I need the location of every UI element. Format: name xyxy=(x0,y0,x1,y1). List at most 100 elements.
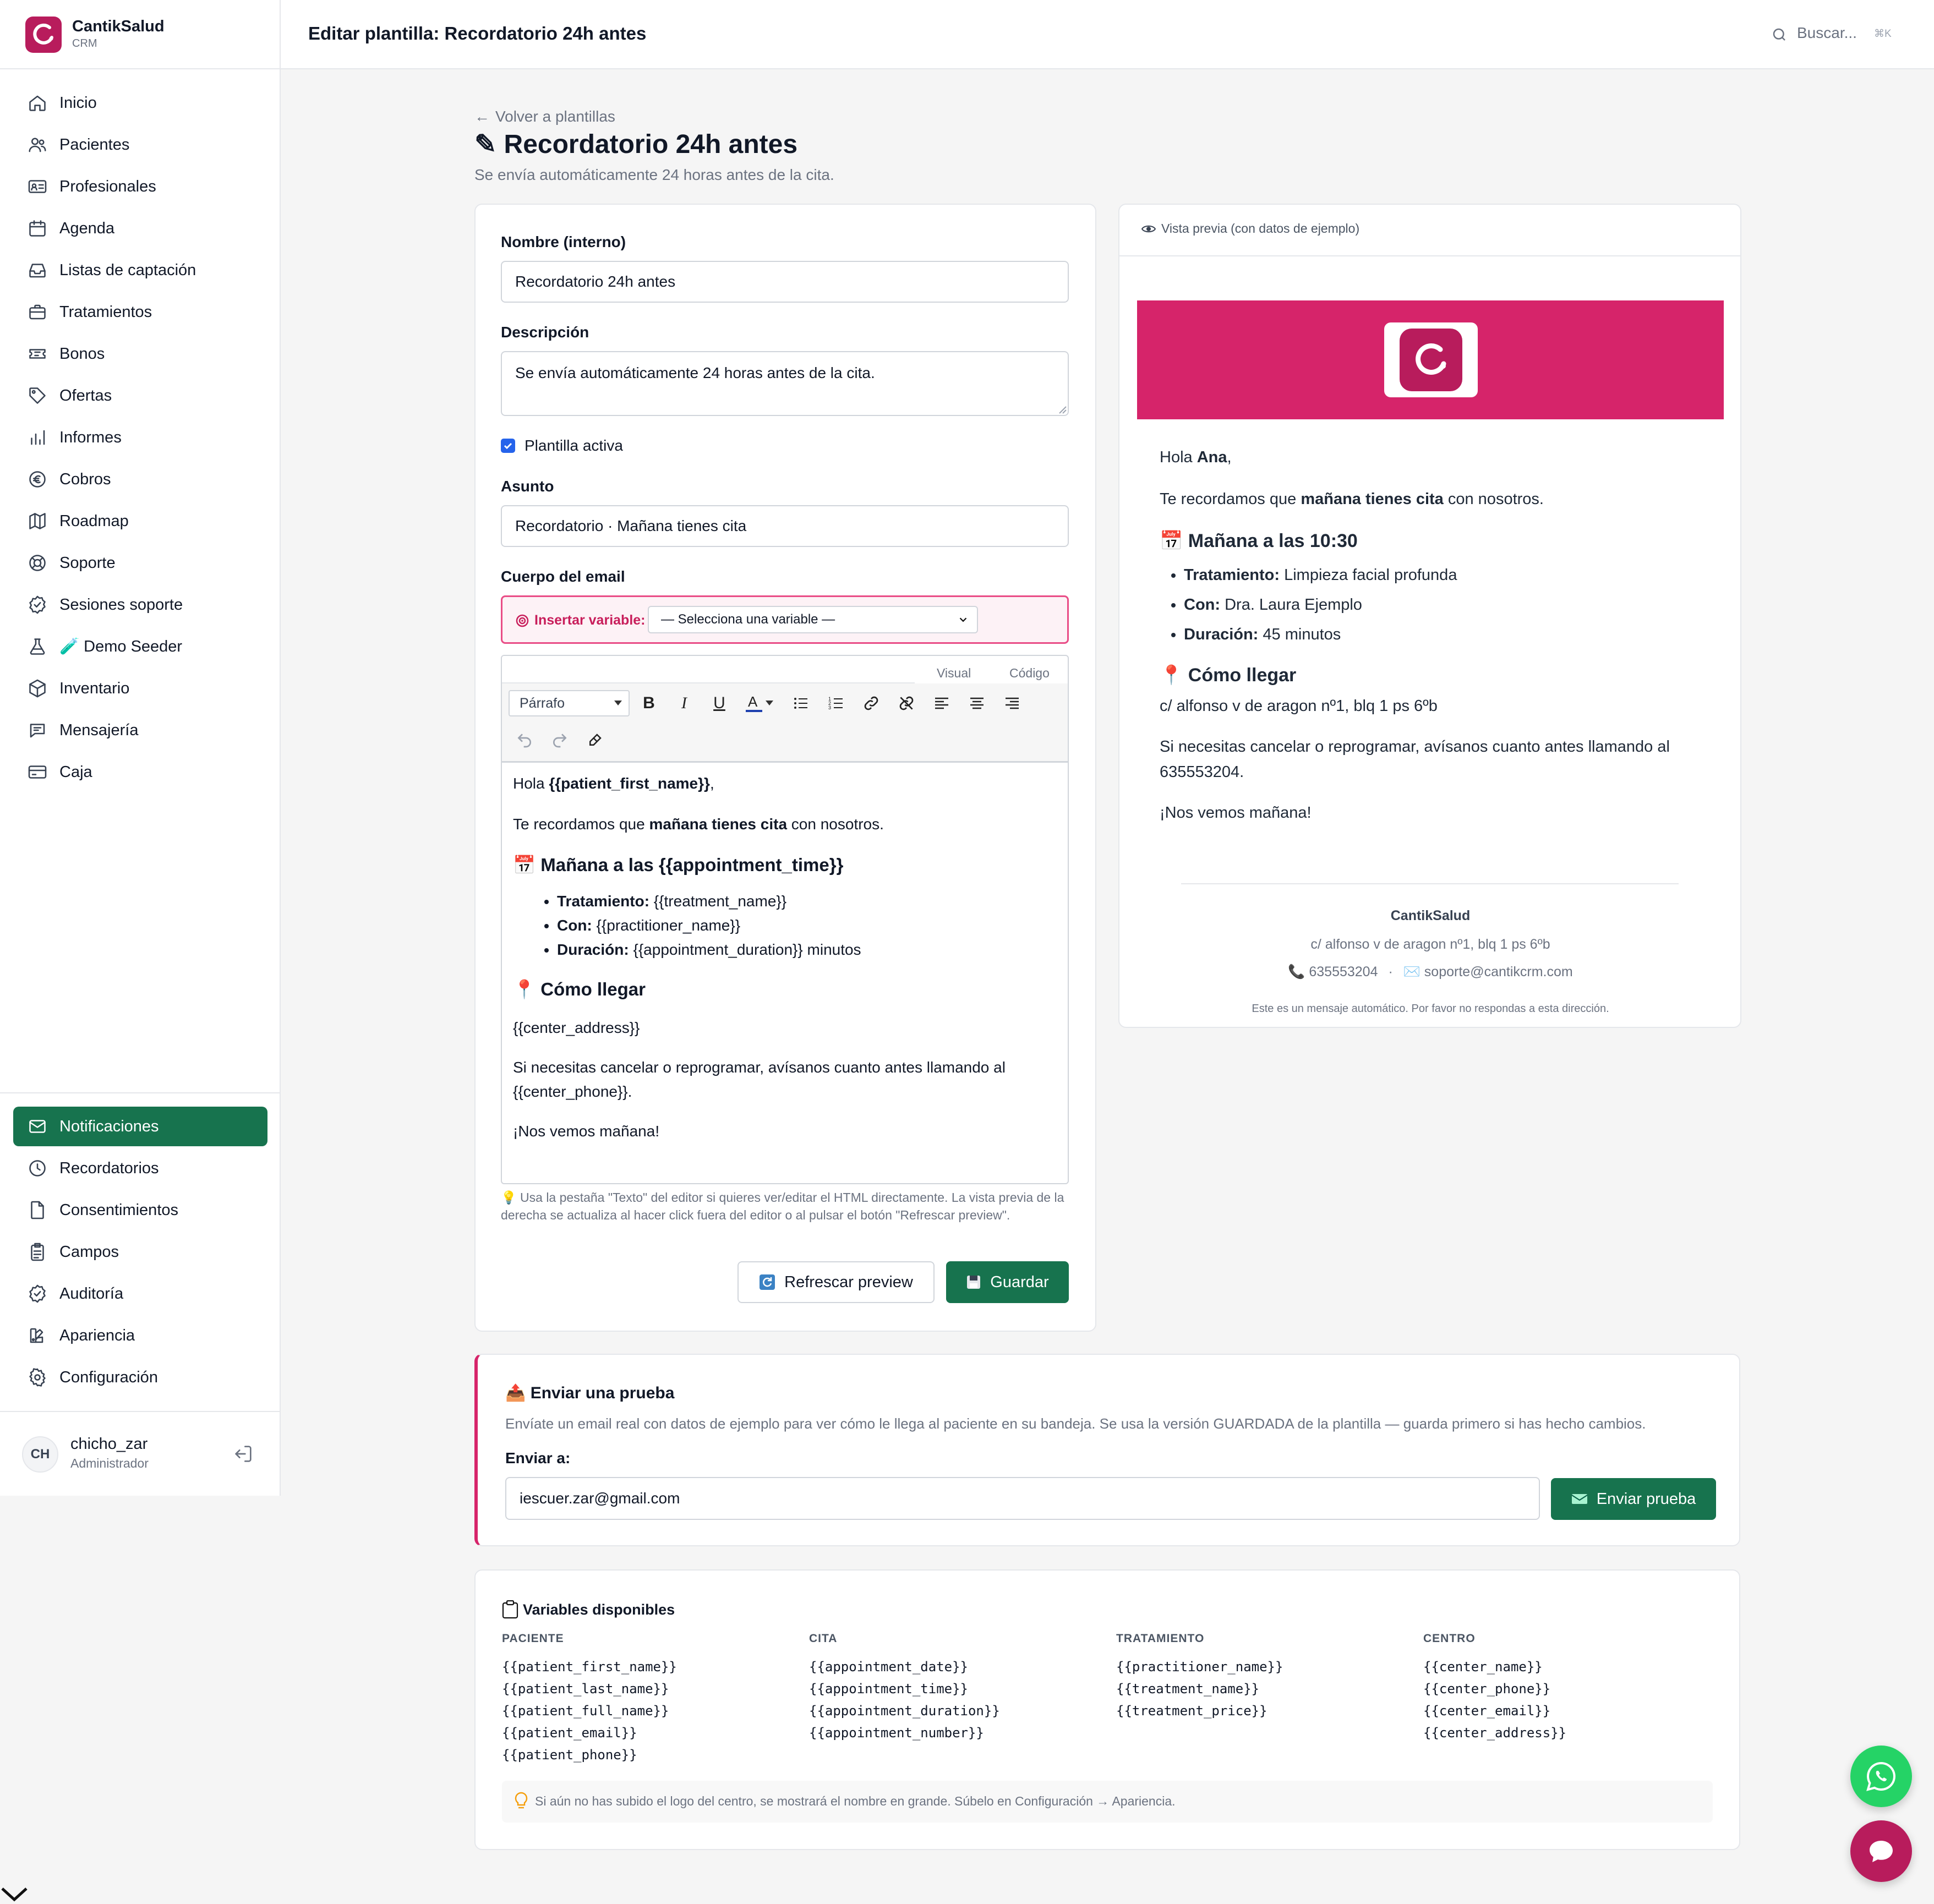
variable-column-title: TRATAMIENTO xyxy=(1116,1632,1205,1645)
back-link[interactable]: ← Volver a plantillas xyxy=(474,108,615,125)
editor-greeting: Hola {{patient_first_name}}, xyxy=(513,775,714,792)
email-logo xyxy=(1384,322,1478,397)
redo-icon[interactable] xyxy=(547,727,572,753)
sidebar-item-cobros[interactable]: Cobros xyxy=(13,459,267,499)
sidebar-item-caja[interactable]: Caja xyxy=(13,752,267,792)
variable-token[interactable]: {{appointment_date}} xyxy=(809,1656,968,1678)
sidebar-item-profesionales[interactable]: Profesionales xyxy=(13,167,267,206)
whatsapp-button[interactable] xyxy=(1850,1746,1912,1807)
variable-token[interactable]: {{patient_first_name}} xyxy=(502,1656,677,1678)
name-label: Nombre (interno) xyxy=(501,233,626,250)
refresh-preview-button[interactable]: Refrescar preview xyxy=(737,1261,935,1303)
editor-line1: Te recordamos que mañana tienes cita con… xyxy=(513,816,884,833)
sidebar-item-soporte[interactable]: Soporte xyxy=(13,543,267,583)
underline-icon[interactable]: U xyxy=(707,691,732,716)
resize-handle-icon[interactable] xyxy=(1057,404,1067,414)
variable-token[interactable]: {{patient_email}} xyxy=(502,1722,637,1744)
variable-token[interactable]: {{patient_full_name}} xyxy=(502,1700,669,1722)
sidebar-item-listas-de-captacion[interactable]: Listas de captación xyxy=(13,250,267,290)
tab-visual[interactable]: Visual xyxy=(937,666,971,681)
align-left-icon[interactable] xyxy=(929,691,954,716)
variable-token[interactable]: {{center_address}} xyxy=(1423,1722,1566,1744)
text-color-caret-icon[interactable] xyxy=(763,691,776,716)
variable-select[interactable]: — Selecciona una variable — xyxy=(648,606,978,633)
insert-variable-text: Insertar variable: xyxy=(534,612,646,628)
variable-token[interactable]: {{patient_last_name}} xyxy=(502,1678,669,1700)
eye-icon xyxy=(1141,223,1156,234)
sidebar-item-roadmap[interactable]: Roadmap xyxy=(13,501,267,541)
subject-input[interactable]: Recordatorio · Mañana tienes cita xyxy=(501,505,1069,547)
variable-token[interactable]: {{practitioner_name}} xyxy=(1116,1656,1283,1678)
tab-code[interactable]: Código xyxy=(1009,666,1050,681)
avatar[interactable]: CH xyxy=(22,1436,58,1473)
logout-icon[interactable] xyxy=(232,1443,254,1465)
variable-token[interactable]: {{center_email}} xyxy=(1423,1700,1550,1722)
caret-down-icon xyxy=(614,701,622,706)
search-icon[interactable] xyxy=(1771,26,1788,43)
id-card-icon xyxy=(26,176,48,198)
send-test-button[interactable]: Enviar prueba xyxy=(1551,1478,1716,1520)
variable-token[interactable]: {{treatment_name}} xyxy=(1116,1678,1259,1700)
search-input[interactable]: Buscar... xyxy=(1797,24,1857,42)
sidebar-item-configuracion[interactable]: Configuración xyxy=(13,1358,267,1397)
active-checkbox[interactable] xyxy=(501,439,515,453)
svg-text:A: A xyxy=(748,693,758,710)
variable-token[interactable]: {{appointment_time}} xyxy=(809,1678,968,1700)
bold-icon[interactable]: B xyxy=(636,691,662,716)
description-textarea[interactable]: Se envía automáticamente 24 horas antes … xyxy=(501,351,1069,416)
editor-list-item: Tratamiento: {{treatment_name}} xyxy=(557,889,1058,913)
editor-content[interactable]: Hola {{patient_first_name}}, Te recordam… xyxy=(513,772,1058,1144)
align-right-icon[interactable] xyxy=(999,691,1025,716)
sidebar-item-agenda[interactable]: Agenda xyxy=(13,209,267,248)
chevron-down-icon[interactable] xyxy=(0,1884,30,1904)
sidebar-item-notificaciones[interactable]: Notificaciones xyxy=(13,1107,267,1146)
sidebar-item-recordatorios[interactable]: Recordatorios xyxy=(13,1148,267,1188)
preview-list-item: Tratamiento: Limpieza facial profunda xyxy=(1184,560,1710,590)
editor-list-item: Duración: {{appointment_duration}} minut… xyxy=(557,938,1058,962)
save-button[interactable]: Guardar xyxy=(946,1261,1069,1303)
sidebar-item-label: Listas de captación xyxy=(59,261,196,279)
variable-token[interactable]: {{treatment_price}} xyxy=(1116,1700,1268,1722)
eraser-icon[interactable] xyxy=(582,727,608,753)
send-to-input[interactable]: iescuer.zar@gmail.com xyxy=(505,1477,1540,1520)
sidebar-item-campos[interactable]: Campos xyxy=(13,1232,267,1272)
sidebar-item-label: Tratamientos xyxy=(59,303,152,321)
email-body-editor[interactable]: Visual Código Párrafo B I U A 123 Hola {… xyxy=(501,655,1069,1184)
sidebar-item-informes[interactable]: Informes xyxy=(13,418,267,457)
variable-token[interactable]: {{appointment_number}} xyxy=(809,1722,984,1744)
variable-token[interactable]: {{center_name}} xyxy=(1423,1656,1543,1678)
block-format-select[interactable]: Párrafo xyxy=(509,690,630,716)
name-input[interactable]: Recordatorio 24h antes xyxy=(501,261,1069,303)
sidebar-item-mensajeria[interactable]: Mensajería xyxy=(13,710,267,750)
variable-token[interactable]: {{appointment_duration}} xyxy=(809,1700,1000,1722)
sidebar-item-consentimientos[interactable]: Consentimientos xyxy=(13,1190,267,1230)
refresh-icon xyxy=(759,1274,775,1290)
unlink-icon[interactable] xyxy=(894,691,919,716)
sidebar-item-ofertas[interactable]: Ofertas xyxy=(13,376,267,415)
bullet-list-icon[interactable] xyxy=(788,691,813,716)
sidebar: CantikSalud CRM Inicio Pacientes Profesion… xyxy=(0,0,281,1496)
link-icon[interactable] xyxy=(859,691,884,716)
variable-token[interactable]: {{center_phone}} xyxy=(1423,1678,1550,1700)
body-label: Cuerpo del email xyxy=(501,568,625,585)
editor-hint: 💡 Usa la pestaña "Texto" del editor si q… xyxy=(501,1190,1064,1222)
sidebar-item-demo-seeder[interactable]: 🧪 Demo Seeder xyxy=(13,627,267,666)
undo-icon[interactable] xyxy=(512,727,537,753)
sidebar-item-auditoria[interactable]: Auditoría xyxy=(13,1274,267,1314)
align-center-icon[interactable] xyxy=(964,691,990,716)
numbered-list-icon[interactable]: 123 xyxy=(823,691,849,716)
sidebar-item-apariencia[interactable]: Apariencia xyxy=(13,1316,267,1355)
italic-icon[interactable]: I xyxy=(671,691,697,716)
email-footer-address: c/ alfonso v de aragon nº1, blq 1 ps 6ºb xyxy=(1310,937,1550,952)
sidebar-item-inventario[interactable]: Inventario xyxy=(13,669,267,708)
sidebar-item-bonos[interactable]: Bonos xyxy=(13,334,267,374)
palette-icon xyxy=(26,1325,48,1347)
variable-token[interactable]: {{patient_phone}} xyxy=(502,1744,637,1766)
sidebar-item-tratamientos[interactable]: Tratamientos xyxy=(13,292,267,332)
chat-button[interactable] xyxy=(1850,1820,1912,1882)
sidebar-item-sesiones-soporte[interactable]: Sesiones soporte xyxy=(13,585,267,625)
sidebar-item-inicio[interactable]: Inicio xyxy=(13,83,267,123)
sidebar-item-pacientes[interactable]: Pacientes xyxy=(13,125,267,165)
brand[interactable]: CantikSalud CRM xyxy=(0,0,281,69)
document-icon xyxy=(26,1199,48,1221)
